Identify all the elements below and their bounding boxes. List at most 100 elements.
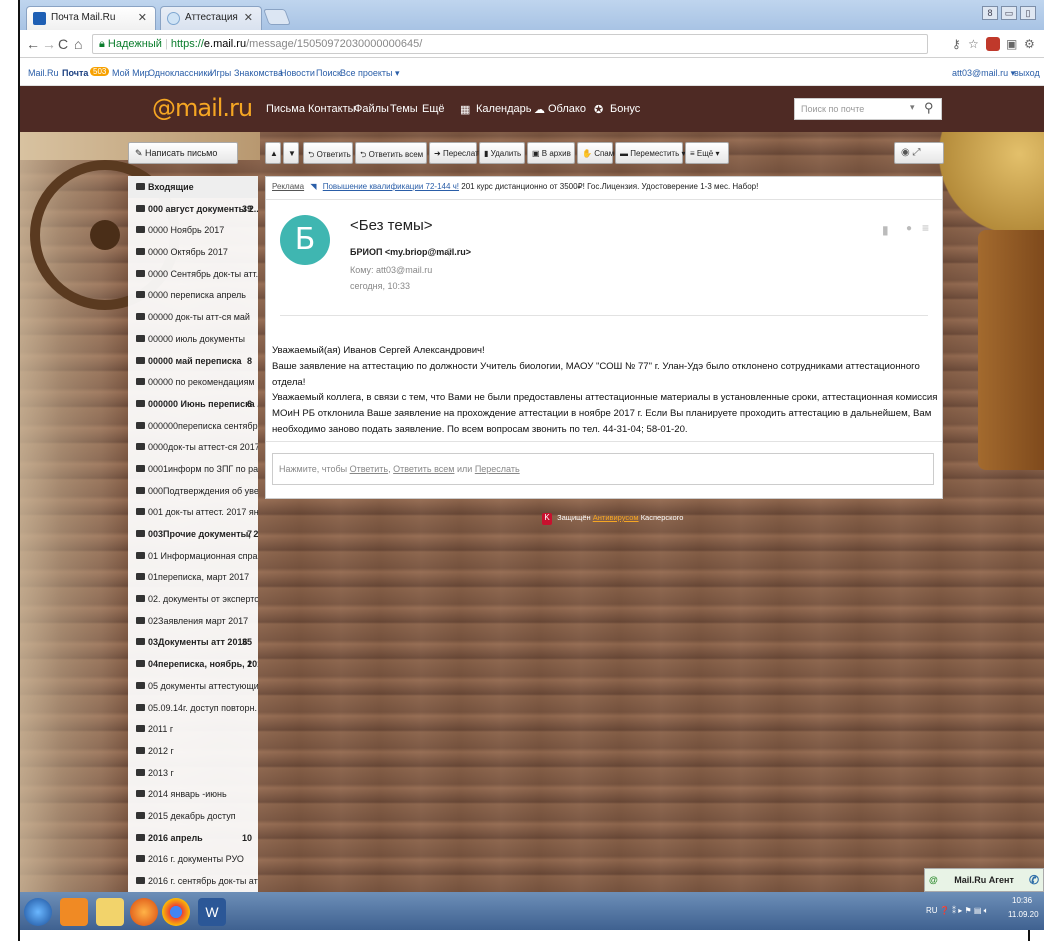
folder-item[interactable]: 2015 декабрь доступ <box>128 805 258 827</box>
portal-link-moimir[interactable]: Мой Мир <box>112 68 150 78</box>
folder-item[interactable]: 03Документы атт 2016 35 <box>128 631 258 653</box>
prev-message-button[interactable]: ▲ <box>265 142 281 164</box>
quick-forward-link[interactable]: Переслать <box>475 464 520 474</box>
nav-letters[interactable]: Письма <box>266 103 305 115</box>
search-icon[interactable]: ⚲ <box>924 100 934 116</box>
nav-contacts[interactable]: Контакты <box>308 103 356 115</box>
folder-item[interactable]: 00000 июль документы <box>128 328 258 350</box>
portal-link-games[interactable]: Игры <box>210 68 231 78</box>
folder-item[interactable]: 000000переписка сентябрь 2017 <box>128 415 258 437</box>
folder-item[interactable]: 04переписка, ноябрь, 2016 1 <box>128 653 258 675</box>
folder-item[interactable]: 01 Информационная справка ... <box>128 545 258 567</box>
unread-dot-icon[interactable]: ● <box>906 223 912 234</box>
home-icon[interactable]: ⌂ <box>74 36 82 52</box>
contact-search-icon[interactable]: ⚲ <box>446 247 453 258</box>
reply-button[interactable]: ⮌ Ответить <box>303 142 353 164</box>
quick-reply-box[interactable]: Нажмите, чтобы Ответить, Ответить всем и… <box>272 453 934 485</box>
portal-link-mailru[interactable]: Mail.Ru <box>28 68 59 78</box>
nav-bonus[interactable]: Бонус <box>610 103 640 115</box>
next-message-button[interactable]: ▼ <box>283 142 299 164</box>
nav-themes[interactable]: Темы <box>390 103 418 115</box>
logout-link[interactable]: выход <box>1014 68 1040 78</box>
settings-icon[interactable]: ⚙ <box>1024 37 1035 51</box>
portal-link-pochta[interactable]: Почта <box>62 68 88 78</box>
nav-files[interactable]: Файлы <box>354 103 389 115</box>
forward-icon[interactable]: → <box>42 36 56 52</box>
star-icon[interactable]: ☆ <box>968 37 979 51</box>
folder-item[interactable]: 0000 Сентябрь док-ты атт. 2017 <box>128 263 258 285</box>
language-indicator[interactable]: RU <box>926 906 938 915</box>
folder-item[interactable]: 05.09.14г. доступ повторн. <box>128 697 258 719</box>
minimize-button[interactable]: 8 <box>982 6 998 20</box>
clock-time[interactable]: 10:36 <box>1012 896 1032 905</box>
extension-icon[interactable]: ▣ <box>1006 37 1017 51</box>
portal-link-search[interactable]: Поиск <box>316 68 341 78</box>
quick-reply-all-link[interactable]: Ответить всем <box>393 464 454 474</box>
folder-item[interactable]: 2011 г <box>128 718 258 740</box>
folder-item[interactable]: 0000 переписка апрель <box>128 284 258 306</box>
folder-item[interactable]: 2016 апрель 10 <box>128 827 258 849</box>
view-options-button[interactable]: ◉ ⤢ <box>894 142 944 164</box>
folder-item[interactable]: 0000 Октябрь 2017 <box>128 241 258 263</box>
portal-link-projects[interactable]: Все проекты ▾ <box>340 68 400 79</box>
word-icon[interactable]: W <box>198 898 226 926</box>
folder-item[interactable]: 00000 май переписка 8 <box>128 350 258 372</box>
mailru-logo[interactable]: @mail.ru <box>152 94 253 122</box>
reload-icon[interactable]: C <box>58 36 68 52</box>
mailru-agent-widget[interactable]: @ Mail.Ru Агент ✆ <box>924 868 1044 892</box>
folder-item[interactable]: 02. документы от экспертов, 2... <box>128 588 258 610</box>
delete-button[interactable]: ▮ Удалить <box>479 142 525 164</box>
phone-icon[interactable]: ✆ <box>1029 873 1039 887</box>
folder-inbox[interactable]: Входящие <box>128 176 258 198</box>
nav-more[interactable]: Ещё <box>422 103 445 115</box>
spam-button[interactable]: ✋ Спам <box>577 142 614 164</box>
archive-button[interactable]: ▣ В архив <box>527 142 575 164</box>
folder-item[interactable]: 000 август документы 2... 39 <box>128 198 258 220</box>
portal-link-ok[interactable]: Одноклассники <box>148 68 212 78</box>
menu-icon[interactable]: ≡ <box>922 221 929 235</box>
quick-reply-link[interactable]: Ответить <box>350 464 388 474</box>
account-menu[interactable]: att03@mail.ru ▾ <box>952 68 1015 79</box>
maximize-button[interactable]: ▭ <box>1001 6 1017 20</box>
media-player-icon[interactable] <box>60 898 88 926</box>
reply-all-button[interactable]: ⮌ Ответить всем <box>355 142 427 164</box>
clock-date[interactable]: 11.09.20 <box>1008 910 1039 919</box>
folder-item[interactable]: 0000док-ты аттест-ся 2017 апр... <box>128 436 258 458</box>
folder-item[interactable]: 003Прочие документы, 2... 7 <box>128 523 258 545</box>
folder-item[interactable]: 0000 Ноябрь 2017 <box>128 219 258 241</box>
nav-cloud[interactable]: Облако <box>548 103 586 115</box>
folder-item[interactable]: 02Заявления март 2017 <box>128 610 258 632</box>
move-button[interactable]: ▬ Переместить ▾ <box>615 142 685 164</box>
close-tab-icon[interactable]: ✕ <box>244 11 253 24</box>
tab-attestation[interactable]: Аттестация ✕ <box>160 6 262 30</box>
folder-item[interactable]: 2014 январь -июнь <box>128 783 258 805</box>
folder-item[interactable]: 0001информ по ЗПГ по районам <box>128 458 258 480</box>
folder-item[interactable]: 00000 док-ты атт-ся май <box>128 306 258 328</box>
new-tab-button[interactable] <box>263 9 291 25</box>
ad-link[interactable]: Повышение квалификации 72-144 ч! <box>323 182 459 191</box>
chrome-icon[interactable] <box>162 898 190 926</box>
mail-extension-icon[interactable] <box>986 37 1000 51</box>
close-tab-icon[interactable]: ✕ <box>138 11 147 24</box>
nav-calendar[interactable]: Календарь <box>476 103 532 115</box>
compose-button[interactable]: ✎ Написать письмо <box>128 142 238 164</box>
kaspersky-link[interactable]: Антивирусом <box>593 513 639 522</box>
start-button-icon[interactable] <box>24 898 52 926</box>
mail-search-input[interactable]: Поиск по почте <box>794 98 942 120</box>
explorer-icon[interactable] <box>96 898 124 926</box>
flag-icon[interactable]: ▮ <box>882 223 889 237</box>
tab-mail[interactable]: Почта Mail.Ru ✕ <box>26 6 156 30</box>
search-dropdown-icon[interactable]: ▾ <box>910 102 915 113</box>
message-sender[interactable]: БРИОП <my.briop@mail.ru> <box>350 247 471 257</box>
folder-item[interactable]: 000000 Июнь переписка ... 6 <box>128 393 258 415</box>
address-bar[interactable]: 🔒︎ Надежный | https://e.mail.ru/message/… <box>92 34 928 54</box>
folder-item[interactable]: 2016 г. документы РУО <box>128 848 258 870</box>
folder-item[interactable]: 001 док-ты аттест. 2017 январь <box>128 501 258 523</box>
tray-icons[interactable]: ⁑ ▸ ⚑ ▤ 🔈︎ <box>952 906 988 915</box>
key-icon[interactable]: ⚷ <box>952 37 961 51</box>
back-icon[interactable]: ← <box>26 36 40 52</box>
folder-item[interactable]: 00000 по рекомендациям <box>128 371 258 393</box>
folder-item[interactable]: 05 документы аттестующихся ... <box>128 675 258 697</box>
more-button[interactable]: ≡ Ещё ▾ <box>685 142 729 164</box>
close-window-button[interactable]: ▯ <box>1020 6 1036 20</box>
